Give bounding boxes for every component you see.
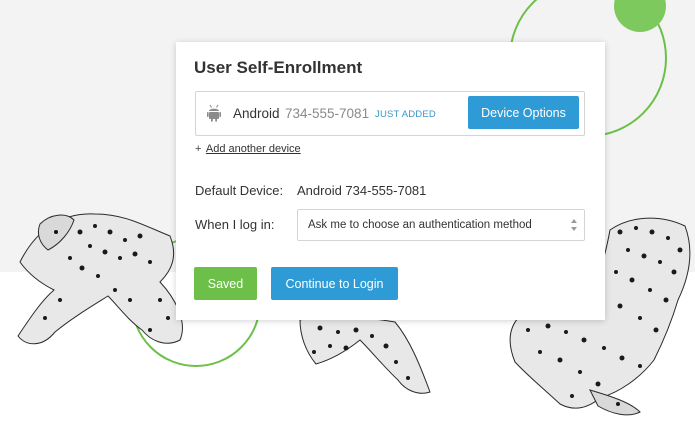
add-device-row: + Add another device xyxy=(195,143,301,155)
device-phone-number: 734-555-7081 xyxy=(285,106,370,121)
default-device-label: Default Device: xyxy=(195,183,284,198)
saved-button[interactable]: Saved xyxy=(194,267,257,300)
page-title: User Self-Enrollment xyxy=(194,58,363,77)
login-method-selected-value: Ask me to choose an authentication metho… xyxy=(308,219,532,231)
cheetah-left-illustration xyxy=(17,213,183,345)
device-row: Android 734-555-7081 JUST ADDED Device O… xyxy=(195,91,585,136)
default-device-value: Android 734-555-7081 xyxy=(297,183,427,198)
login-method-label: When I log in: xyxy=(195,217,275,232)
add-another-device-link[interactable]: Add another device xyxy=(206,143,301,155)
device-name: Android xyxy=(233,106,280,121)
android-icon xyxy=(207,104,221,122)
device-options-button[interactable]: Device Options xyxy=(468,96,579,129)
plus-icon: + xyxy=(195,143,202,155)
continue-to-login-button[interactable]: Continue to Login xyxy=(271,267,398,300)
select-arrows-icon xyxy=(571,219,577,231)
enrollment-card: User Self-Enrollment Android 734-555-708… xyxy=(176,42,605,320)
just-added-badge: JUST ADDED xyxy=(375,109,436,120)
login-method-select[interactable]: Ask me to choose an authentication metho… xyxy=(297,209,585,241)
cheetah-center-illustration xyxy=(299,316,431,394)
